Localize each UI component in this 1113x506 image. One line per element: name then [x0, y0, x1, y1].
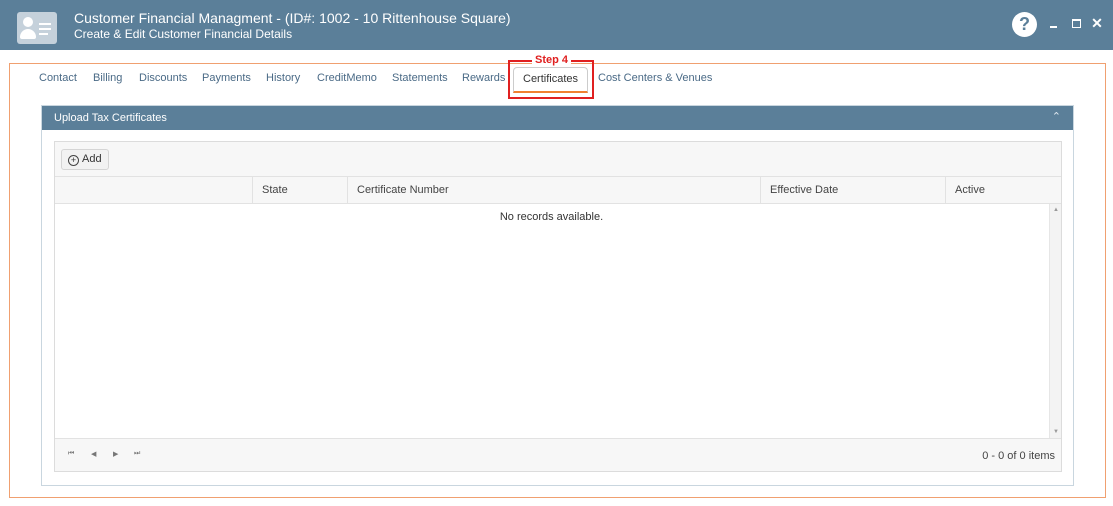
add-button-label: Add [82, 153, 102, 165]
window-header: Customer Financial Managment - (ID#: 100… [0, 0, 1113, 50]
close-icon[interactable]: ✕ [1090, 14, 1104, 32]
tab-statements[interactable]: Statements [392, 72, 448, 84]
column-header-active[interactable]: Active [945, 177, 1049, 203]
certificates-grid: + Add State Certificate Number Effective … [54, 141, 1062, 472]
tab-discounts[interactable]: Discounts [139, 72, 187, 84]
tab-history[interactable]: History [266, 72, 300, 84]
grid-pager: ⏮ ◀ ▶ ⏭ 0 - 0 of 0 items [55, 438, 1061, 471]
maximize-icon[interactable] [1069, 14, 1083, 32]
grid-header-row: State Certificate Number Effective Date … [55, 177, 1061, 204]
window-title: Customer Financial Managment - (ID#: 100… [74, 10, 511, 26]
add-button[interactable]: + Add [61, 149, 109, 170]
upload-tax-certificates-panel: Upload Tax Certificates ⌃ + Add State Cer… [41, 105, 1074, 486]
last-page-icon[interactable]: ⏭ [134, 450, 140, 458]
plus-circle-icon: + [68, 155, 79, 166]
column-header-effective-date[interactable]: Effective Date [760, 177, 945, 203]
tab-billing[interactable]: Billing [93, 72, 122, 84]
scroll-down-icon[interactable]: ▼ [1050, 429, 1062, 435]
column-header-state[interactable]: State [252, 177, 347, 203]
collapse-icon[interactable]: ⌃ [1052, 110, 1061, 123]
column-header-certificate-number[interactable]: Certificate Number [347, 177, 760, 203]
help-icon[interactable]: ? [1012, 12, 1037, 37]
customer-card-icon [17, 12, 57, 44]
window-subtitle: Create & Edit Customer Financial Details [74, 27, 293, 41]
vertical-scrollbar[interactable]: ▲ ▼ [1049, 204, 1061, 438]
first-page-icon[interactable]: ⏮ [68, 450, 74, 458]
tab-rewards[interactable]: Rewards [462, 72, 505, 84]
tab-payments[interactable]: Payments [202, 72, 251, 84]
step-label: Step 4 [532, 54, 572, 66]
panel-title: Upload Tax Certificates [54, 112, 167, 124]
previous-page-icon[interactable]: ◀ [91, 450, 96, 458]
minimize-icon[interactable] [1047, 14, 1061, 32]
no-records-message: No records available. [499, 211, 604, 223]
grid-body: No records available. ▲ ▼ [55, 204, 1061, 438]
scroll-up-icon[interactable]: ▲ [1050, 207, 1062, 213]
pager-info: 0 - 0 of 0 items [982, 450, 1055, 462]
panel-header[interactable]: Upload Tax Certificates ⌃ [42, 106, 1073, 130]
tab-creditmemo[interactable]: CreditMemo [317, 72, 377, 84]
grid-toolbar: + Add [55, 142, 1061, 177]
tab-cost-centers-venues[interactable]: Cost Centers & Venues [598, 72, 712, 84]
next-page-icon[interactable]: ▶ [113, 450, 118, 458]
tab-contact[interactable]: Contact [39, 72, 77, 84]
column-header-command [55, 177, 252, 203]
